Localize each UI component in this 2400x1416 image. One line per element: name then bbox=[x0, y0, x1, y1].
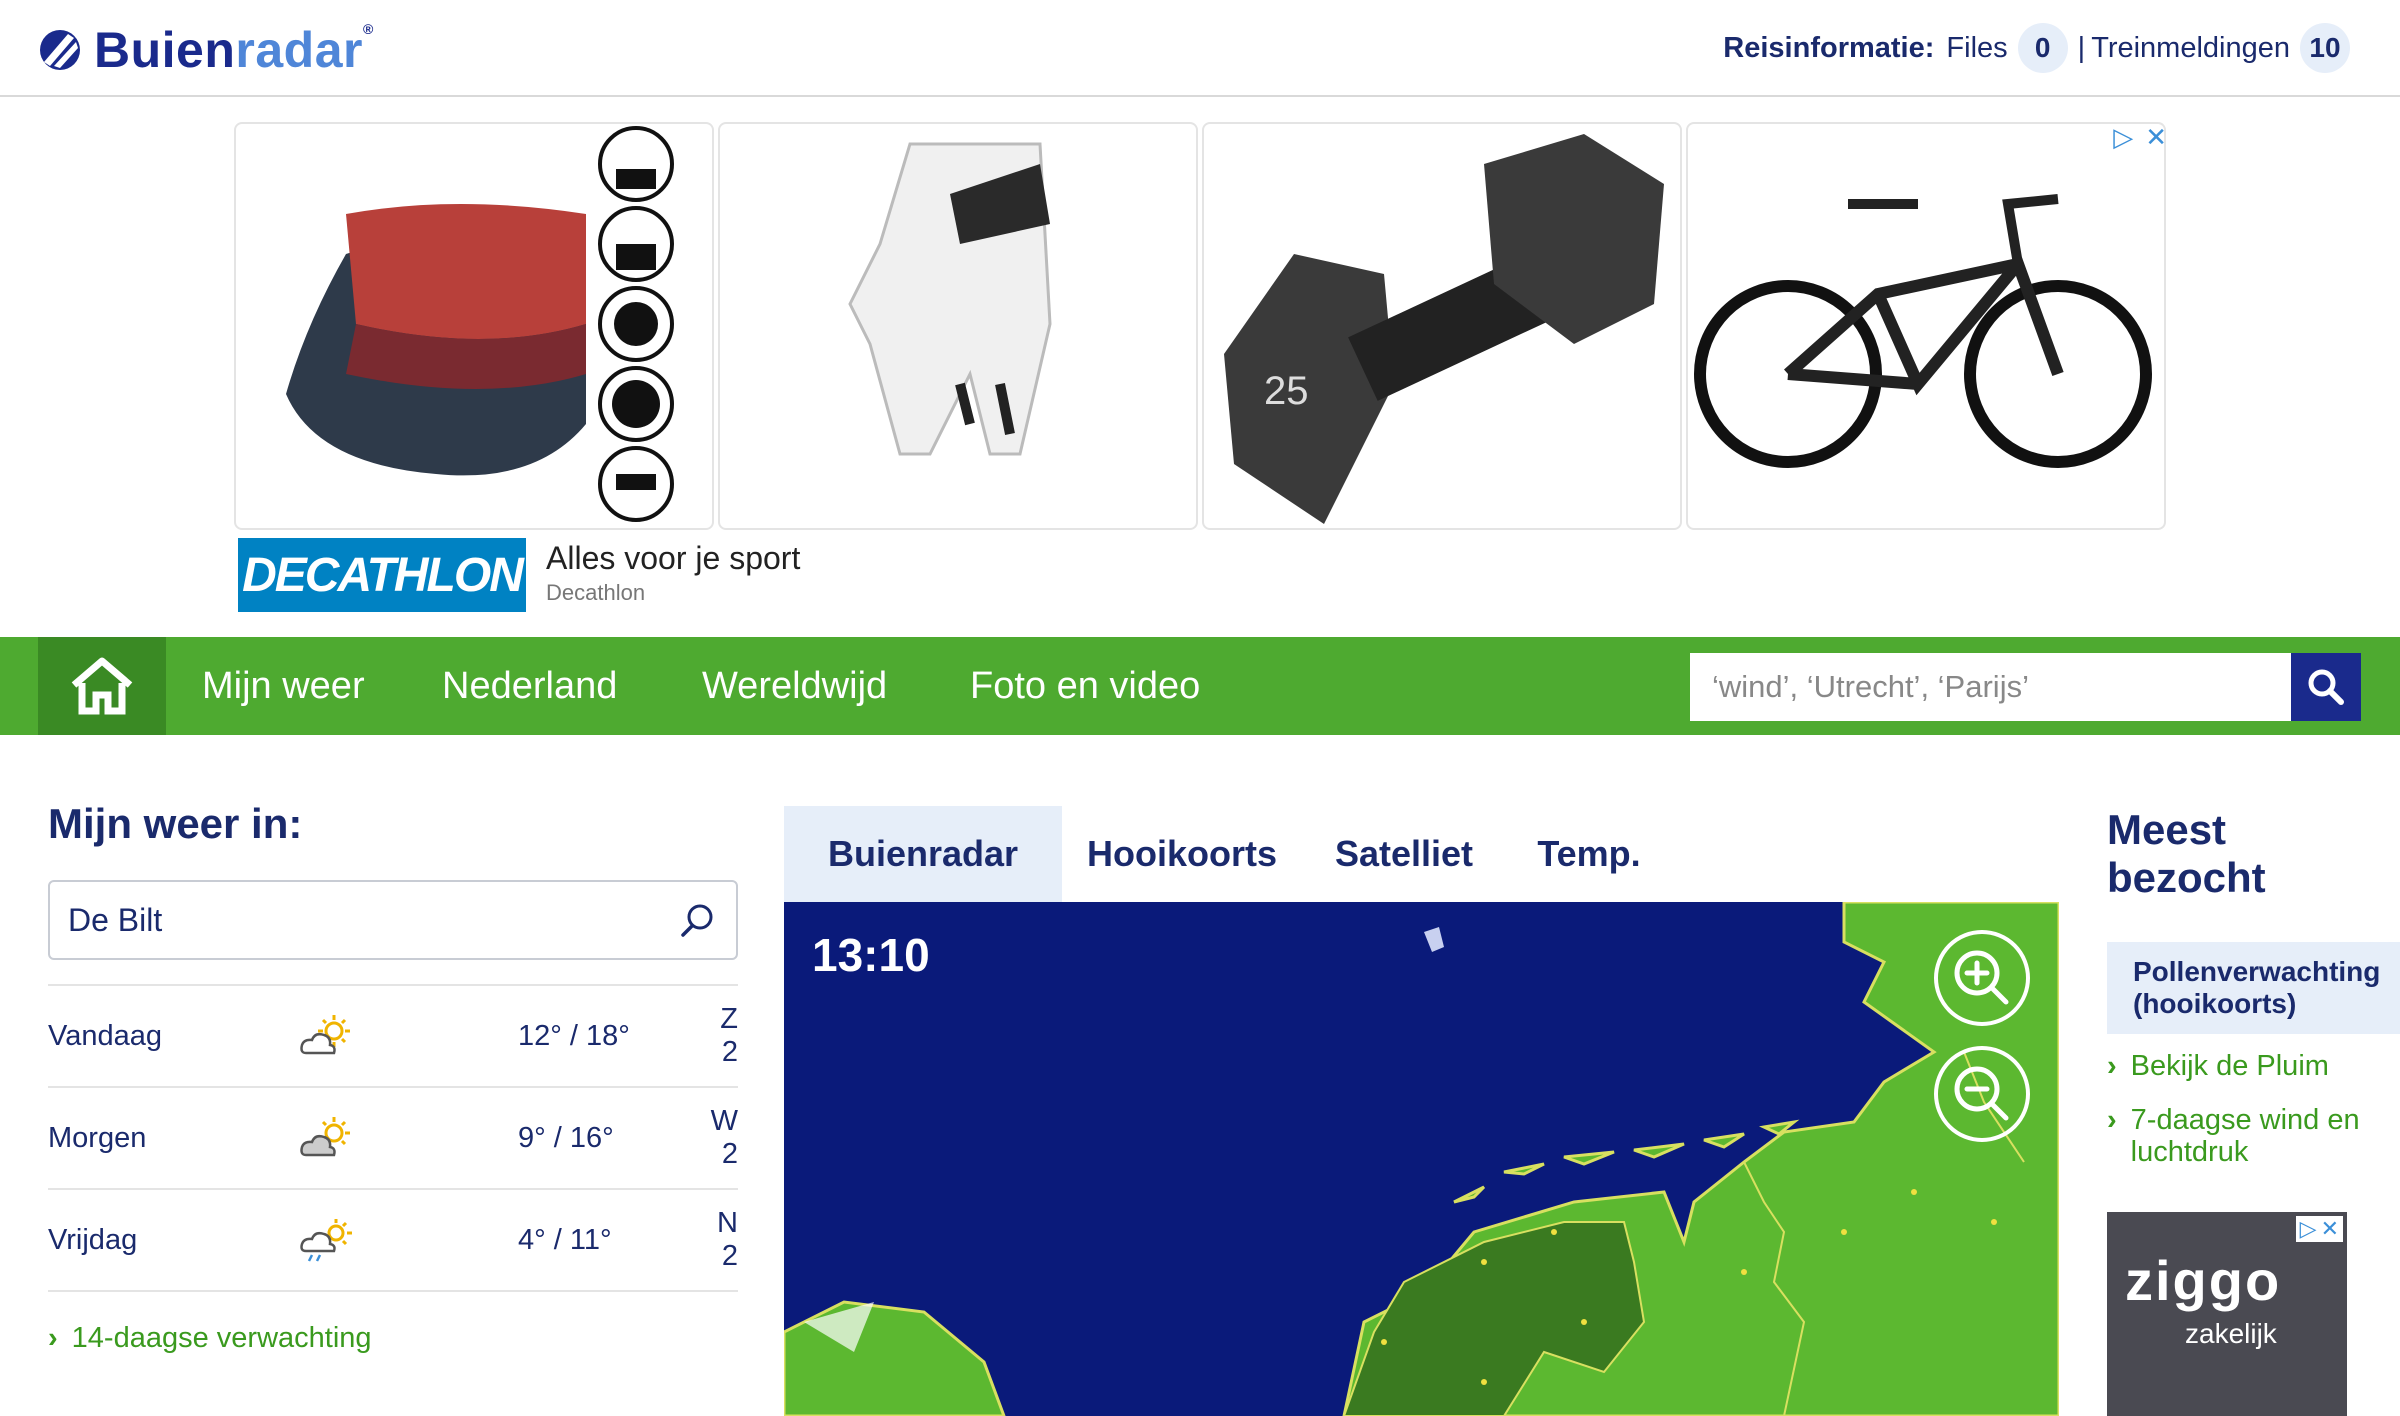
14-day-forecast-label: 14-daagse verwachting bbox=[71, 1322, 372, 1354]
ad-tile-bicycle[interactable] bbox=[1686, 122, 2166, 530]
ad-close-icon[interactable]: ✕ bbox=[2145, 122, 2167, 153]
most-visited-link-label: 7-daagse wind en luchtdruk bbox=[2130, 1104, 2360, 1168]
ad-slogan[interactable]: Alles voor je sport bbox=[546, 540, 800, 577]
zoom-in-icon bbox=[1954, 950, 2009, 1005]
search-icon bbox=[2308, 669, 2344, 705]
trains-link[interactable]: Treinmeldingen bbox=[2091, 32, 2290, 65]
most-visited-link[interactable]: › Bekijk de Pluim bbox=[2107, 1050, 2400, 1082]
location-field[interactable]: De Bilt bbox=[48, 880, 738, 960]
forecast-wind: W 2 bbox=[710, 1105, 738, 1170]
chevron-right-icon: › bbox=[2107, 1104, 2117, 1136]
forecast-day: Vrijdag bbox=[48, 1223, 138, 1256]
travel-info: Reisinformatie: Files 0 | Treinmeldingen… bbox=[1723, 22, 2360, 74]
dumbbell-image: 25 bbox=[1224, 134, 1664, 524]
location-search-icon[interactable] bbox=[678, 900, 718, 940]
trains-count-badge[interactable]: 10 bbox=[2300, 23, 2350, 73]
forecast-temp: 12° / 18° bbox=[518, 1019, 630, 1052]
sun-cloud-rain-icon bbox=[298, 1217, 518, 1263]
ziggo-logo: ziggo bbox=[2125, 1249, 2282, 1312]
ziggo-ad[interactable]: ▷ ✕ ziggo zakelijk bbox=[2107, 1212, 2347, 1416]
forecast-wind: Z 2 bbox=[720, 1003, 738, 1068]
travel-info-label: Reisinformatie: bbox=[1723, 31, 1935, 64]
forecast-temp: 9° / 16° bbox=[518, 1121, 614, 1154]
forecast-day: Morgen bbox=[48, 1121, 147, 1154]
ziggo-ad-choices[interactable]: ▷ ✕ bbox=[2295, 1216, 2343, 1242]
ad-tile-glove[interactable] bbox=[718, 122, 1198, 530]
search-input[interactable] bbox=[1690, 653, 2291, 721]
location-value[interactable]: De Bilt bbox=[68, 902, 162, 939]
zoom-out-button[interactable] bbox=[1934, 1046, 2030, 1142]
forecast-row[interactable]: Vandaag 12° / 18° Z 2 bbox=[48, 986, 738, 1088]
14-day-forecast-link[interactable]: › 14-daagse verwachting bbox=[48, 1322, 738, 1355]
tab-temp[interactable]: Temp. bbox=[1514, 806, 1664, 902]
ad-choices[interactable]: ▷ ✕ bbox=[2113, 122, 2167, 153]
sun-cloud-icon bbox=[298, 1115, 518, 1161]
map-tabs: Buienradar Hooikoorts Satelliet Temp. bbox=[784, 806, 2059, 918]
forecast-day: Vandaag bbox=[48, 1019, 162, 1052]
home-icon bbox=[71, 657, 133, 715]
ziggo-sub: zakelijk bbox=[2185, 1318, 2277, 1349]
files-link[interactable]: Files bbox=[1946, 32, 2007, 65]
radar-map[interactable]: 13:10 bbox=[784, 902, 2059, 1416]
radar-timestamp: 13:10 bbox=[812, 929, 930, 981]
site-search bbox=[1690, 653, 2361, 721]
logo-mark-icon bbox=[40, 30, 80, 70]
sun-cloud-icon bbox=[298, 1013, 518, 1059]
bicycle-image bbox=[1694, 194, 2152, 468]
logo-wordmark: Buienradar® bbox=[94, 21, 374, 78]
my-weather-panel: Mijn weer in: De Bilt Vandaag 12° / 18° … bbox=[48, 800, 738, 1355]
nav-item-foto-en-video[interactable]: Foto en video bbox=[970, 637, 1200, 735]
svg-text:25: 25 bbox=[1264, 369, 1309, 413]
main-nav: Mijn weer Nederland Wereldwijd Foto en v… bbox=[0, 637, 2400, 735]
most-visited-highlight[interactable]: Pollenverwachting (hooikoorts) bbox=[2107, 942, 2400, 1034]
files-count-badge[interactable]: 0 bbox=[2017, 23, 2068, 73]
forecast-row[interactable]: Morgen 9° / 16° W 2 bbox=[48, 1088, 738, 1190]
netherlands-map bbox=[784, 902, 2059, 1416]
nav-item-mijn-weer[interactable]: Mijn weer bbox=[202, 637, 365, 735]
ad-advertiser[interactable]: Decathlon bbox=[546, 580, 645, 606]
chevron-right-icon: › bbox=[48, 1322, 58, 1354]
ad-banner[interactable]: 25 ▷ ✕ DECATHLON Alles voor je sport Dec… bbox=[234, 122, 2167, 612]
search-button[interactable] bbox=[2291, 653, 2361, 721]
ad-tile-dumbbell[interactable]: 25 bbox=[1202, 122, 1682, 530]
tab-satelliet[interactable]: Satelliet bbox=[1314, 806, 1494, 902]
forecast-row[interactable]: Vrijdag 4° / 11° N 2 bbox=[48, 1190, 738, 1292]
forecast-wind: N 2 bbox=[717, 1207, 738, 1272]
most-visited-link[interactable]: › 7-daagse wind en luchtdruk bbox=[2107, 1104, 2400, 1168]
adchoices-icon[interactable]: ▷ bbox=[2300, 1216, 2317, 1242]
zoom-in-button[interactable] bbox=[1934, 930, 2030, 1026]
ad-close-icon[interactable]: ✕ bbox=[2321, 1216, 2339, 1242]
site-header: Buienradar® Reisinformatie: Files 0 | Tr… bbox=[0, 0, 2400, 97]
nav-item-wereldwijd[interactable]: Wereldwijd bbox=[702, 637, 887, 735]
ad-brand-logo[interactable]: DECATHLON bbox=[238, 538, 526, 612]
forecast-list: Vandaag 12° / 18° Z 2 Morgen 9° / 16° W … bbox=[48, 984, 738, 1292]
chevron-right-icon: › bbox=[2107, 1050, 2117, 1082]
adchoices-icon[interactable]: ▷ bbox=[2113, 122, 2133, 153]
home-button[interactable] bbox=[38, 637, 166, 735]
nav-item-nederland[interactable]: Nederland bbox=[442, 637, 617, 735]
my-weather-title: Mijn weer in: bbox=[48, 800, 303, 847]
most-visited-link-label: Bekijk de Pluim bbox=[2130, 1050, 2329, 1082]
neckwarmer-image bbox=[286, 126, 674, 522]
buienradar-logo[interactable]: Buienradar® bbox=[38, 21, 374, 78]
ad-tile-neckwarmer[interactable] bbox=[234, 122, 714, 530]
travel-separator: | bbox=[2077, 31, 2086, 64]
most-visited-title: Meest bezocht bbox=[2107, 806, 2266, 901]
glove-image bbox=[848, 142, 1052, 456]
zoom-out-icon bbox=[1954, 1066, 2009, 1121]
most-visited-panel: Meest bezocht Pollenverwachting (hooikoor… bbox=[2107, 806, 2400, 1168]
tab-hooikoorts[interactable]: Hooikoorts bbox=[1072, 806, 1292, 902]
forecast-temp: 4° / 11° bbox=[518, 1223, 612, 1256]
tab-buienradar[interactable]: Buienradar bbox=[784, 806, 1062, 902]
